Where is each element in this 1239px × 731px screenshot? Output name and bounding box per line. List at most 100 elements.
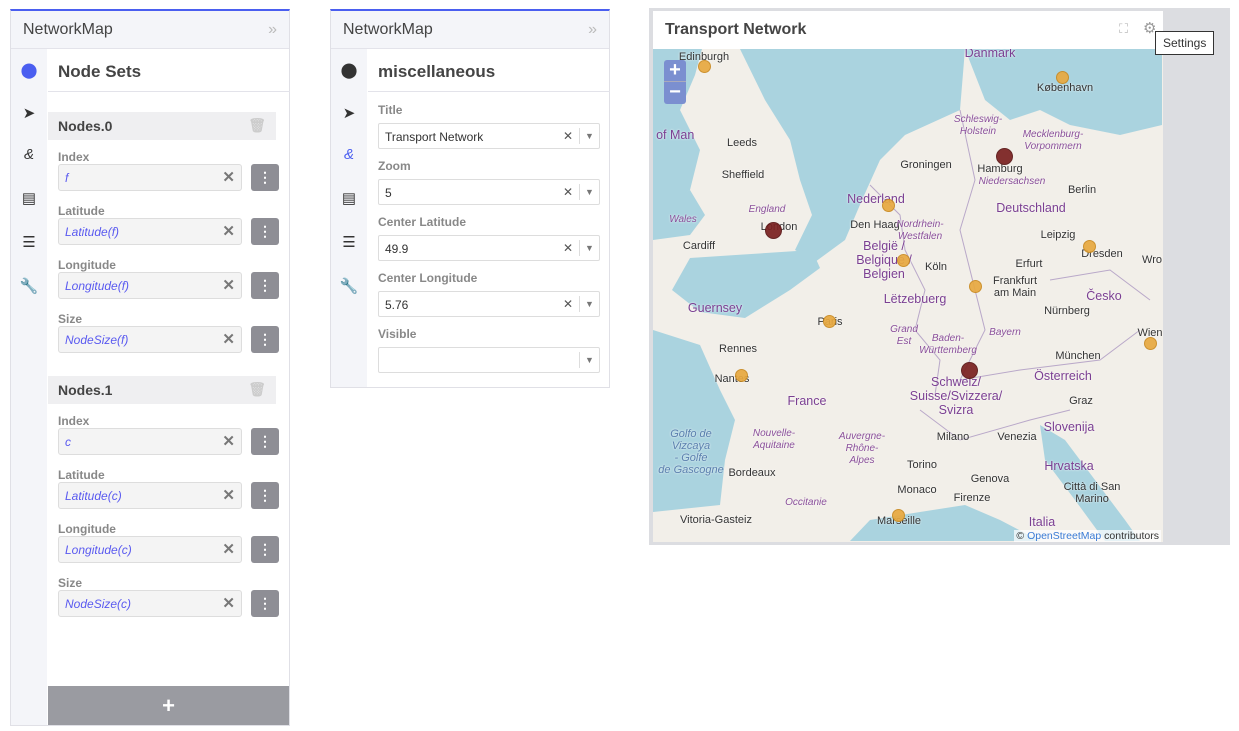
field-label: Index: [58, 414, 90, 428]
field-input[interactable]: NodeSize(c) ✕: [58, 590, 242, 617]
osm-link[interactable]: OpenStreetMap: [1027, 530, 1101, 542]
clear-icon[interactable]: ✕: [222, 594, 235, 612]
collapse-icon[interactable]: »: [588, 21, 597, 39]
ampersand-icon[interactable]: &: [11, 146, 47, 163]
map-marker-icon[interactable]: ⬤: [331, 61, 367, 79]
map-label: Auvergne- Rhône- Alpes: [838, 431, 886, 466]
field-label: Center Latitude: [378, 215, 467, 229]
map-title: Transport Network: [665, 21, 807, 38]
node-set-header: Nodes.1 🗑: [48, 376, 276, 404]
trash-icon[interactable]: 🗑: [248, 381, 266, 398]
zoom-in-button[interactable]: +: [664, 60, 686, 82]
field-select[interactable]: ▼: [378, 347, 600, 373]
clear-icon[interactable]: ✕: [222, 432, 235, 450]
map-node-london[interactable]: [764, 221, 782, 239]
field-label: Size: [58, 576, 83, 590]
ampersand-icon[interactable]: &: [331, 146, 367, 163]
chevron-down-icon[interactable]: ▼: [579, 240, 599, 256]
map-node-nederland[interactable]: [881, 198, 895, 212]
map-label: Nederland: [847, 192, 905, 206]
navigation-arrow-icon[interactable]: ➤: [11, 104, 47, 122]
field-menu-button[interactable]: ⋮: [251, 428, 279, 455]
clear-icon[interactable]: ✕: [222, 276, 235, 294]
navigation-arrow-icon[interactable]: ➤: [331, 104, 367, 122]
map-node-marseille[interactable]: [891, 508, 905, 522]
clear-icon[interactable]: ✕: [222, 540, 235, 558]
map-node-hamburg[interactable]: [995, 147, 1013, 165]
field-value: f: [65, 171, 69, 185]
chevron-down-icon[interactable]: ▼: [579, 184, 599, 200]
field-input[interactable]: Latitude(f) ✕: [58, 218, 242, 245]
field-value: Transport Network: [385, 130, 484, 144]
field-menu-button[interactable]: ⋮: [251, 164, 279, 191]
map-label: Österreich: [1034, 369, 1092, 383]
map-label: Rennes: [719, 343, 757, 355]
field-input[interactable]: NodeSize(f) ✕: [58, 326, 242, 353]
list-box-icon[interactable]: ☰: [331, 233, 367, 251]
field-menu-button[interactable]: ⋮: [251, 536, 279, 563]
clear-icon[interactable]: ✕: [222, 330, 235, 348]
clear-icon[interactable]: ✕: [222, 486, 235, 504]
map-node-wien[interactable]: [1143, 336, 1157, 350]
map-node-paris[interactable]: [822, 314, 836, 328]
field-input[interactable]: c ✕: [58, 428, 242, 455]
section-title: miscellaneous: [368, 49, 610, 92]
map-label: Nürnberg: [1044, 305, 1090, 317]
collapse-icon[interactable]: »: [268, 21, 277, 39]
map-canvas[interactable]: EdinburghDanmarkKøbenhavne of ManLeedsSh…: [653, 49, 1163, 542]
map-marker-icon[interactable]: ⬤: [11, 61, 47, 79]
newspaper-icon[interactable]: ▤: [11, 189, 47, 207]
field-input[interactable]: f ✕: [58, 164, 242, 191]
trash-icon[interactable]: 🗑: [248, 117, 266, 134]
map-label: Firenze: [953, 492, 991, 504]
add-node-set-button[interactable]: +: [48, 686, 289, 725]
panel-header: NetworkMap »: [11, 11, 289, 49]
field-select[interactable]: 49.9 ✕ ▼: [378, 235, 600, 261]
clear-icon[interactable]: ✕: [222, 222, 235, 240]
clear-icon[interactable]: ✕: [563, 241, 573, 255]
field-input[interactable]: Longitude(c) ✕: [58, 536, 242, 563]
newspaper-icon[interactable]: ▤: [331, 189, 367, 207]
field-menu-button[interactable]: ⋮: [251, 590, 279, 617]
fullscreen-icon[interactable]: ⛶: [1119, 21, 1128, 37]
chevron-down-icon[interactable]: ▼: [579, 296, 599, 312]
field-select[interactable]: Transport Network ✕ ▼: [378, 123, 600, 149]
map-label: Frankfurt am Main: [992, 275, 1038, 299]
clear-icon[interactable]: ✕: [222, 168, 235, 186]
node-sets-panel: NetworkMap » ⬤ ➤ & ▤ ☰ 🔧 Node Sets Nodes.…: [10, 9, 290, 726]
list-box-icon[interactable]: ☰: [11, 233, 47, 251]
field-select[interactable]: 5 ✕ ▼: [378, 179, 600, 205]
chevron-down-icon[interactable]: ▼: [579, 128, 599, 144]
map-label: Occitanie: [785, 497, 827, 508]
map-node-schweiz[interactable]: [960, 361, 978, 379]
wrench-icon[interactable]: 🔧: [11, 277, 47, 295]
field-menu-button[interactable]: ⋮: [251, 482, 279, 509]
field-menu-button[interactable]: ⋮: [251, 272, 279, 299]
map-node-nantes[interactable]: [734, 368, 748, 382]
map-label: München: [1055, 350, 1101, 362]
map-label: Leeds: [727, 137, 757, 149]
field-value: Latitude(c): [65, 489, 122, 503]
map-label: Vitoria-Gasteiz: [680, 514, 752, 526]
misc-panel: NetworkMap » ⬤ ➤ & ▤ ☰ 🔧 miscellaneous Ti…: [330, 9, 610, 388]
wrench-icon[interactable]: 🔧: [331, 277, 367, 295]
field-label: Latitude: [58, 204, 105, 218]
field-input[interactable]: Latitude(c) ✕: [58, 482, 242, 509]
map-label: Schweiz/ Suisse/Svizzera/ Svizra: [909, 375, 1003, 417]
field-menu-button[interactable]: ⋮: [251, 326, 279, 353]
clear-icon[interactable]: ✕: [563, 129, 573, 143]
map-label: Hrvatska: [1044, 459, 1094, 473]
clear-icon[interactable]: ✕: [563, 297, 573, 311]
clear-icon[interactable]: ✕: [563, 185, 573, 199]
chevron-down-icon[interactable]: ▼: [579, 352, 599, 368]
map-node-københavn[interactable]: [1055, 70, 1069, 84]
field-select[interactable]: 5.76 ✕ ▼: [378, 291, 600, 317]
zoom-out-button[interactable]: −: [664, 82, 686, 104]
map-node-frankfurt[interactable]: [968, 279, 982, 293]
map-node-dresden[interactable]: [1082, 239, 1096, 253]
copyright-symbol: ©: [1016, 530, 1025, 542]
map-node-belgique[interactable]: [896, 253, 910, 267]
map-node-edinburgh[interactable]: [697, 59, 711, 73]
field-menu-button[interactable]: ⋮: [251, 218, 279, 245]
field-input[interactable]: Longitude(f) ✕: [58, 272, 242, 299]
